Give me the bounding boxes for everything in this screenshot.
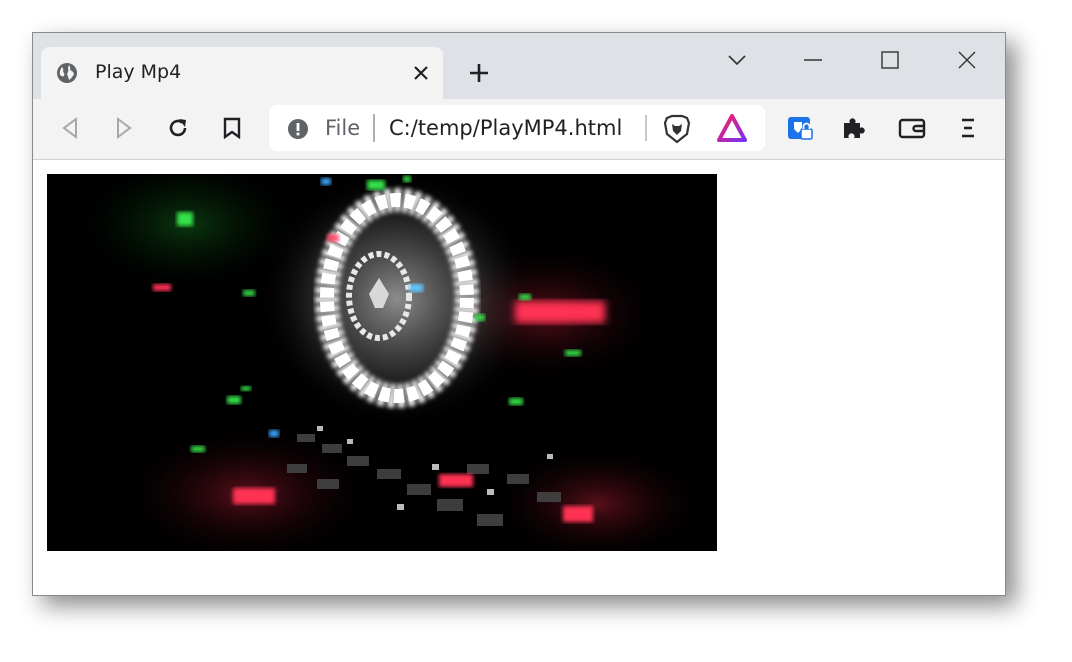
bookmark-icon[interactable] bbox=[217, 113, 247, 143]
tab-play-mp4[interactable]: Play Mp4 bbox=[41, 47, 443, 99]
video-player[interactable] bbox=[47, 174, 717, 551]
menu-icon[interactable] bbox=[953, 113, 983, 143]
info-icon[interactable] bbox=[287, 118, 309, 140]
plus-icon[interactable] bbox=[465, 59, 493, 87]
omnibox-divider bbox=[645, 115, 647, 141]
vpn-shield-icon[interactable] bbox=[785, 113, 815, 143]
wallet-icon[interactable] bbox=[897, 113, 927, 143]
brave-lion-icon[interactable] bbox=[663, 114, 691, 144]
back-arrow-icon[interactable] bbox=[55, 113, 85, 143]
brave-rewards-triangle-icon[interactable] bbox=[717, 114, 747, 142]
browser-window: Play Mp4 File C:/temp/PlayMP4.html bbox=[32, 32, 1006, 596]
scheme-chip: File bbox=[325, 116, 361, 140]
title-bar: Play Mp4 bbox=[33, 33, 1005, 99]
minimize-icon[interactable] bbox=[793, 45, 833, 75]
page-content bbox=[33, 160, 1005, 595]
url-text[interactable]: C:/temp/PlayMP4.html bbox=[389, 115, 622, 141]
navigation-toolbar: File C:/temp/PlayMP4.html bbox=[33, 99, 1005, 160]
puzzle-extensions-icon[interactable] bbox=[839, 113, 869, 143]
chevron-down-icon[interactable] bbox=[717, 45, 757, 75]
forward-arrow-icon[interactable] bbox=[109, 113, 139, 143]
tab-title: Play Mp4 bbox=[95, 61, 182, 83]
close-tab-icon[interactable] bbox=[409, 61, 433, 85]
window-close-icon[interactable] bbox=[947, 45, 987, 75]
address-bar[interactable]: File C:/temp/PlayMP4.html bbox=[269, 105, 765, 151]
maximize-icon[interactable] bbox=[870, 45, 910, 75]
scheme-divider bbox=[373, 114, 375, 142]
globe-icon bbox=[55, 61, 79, 85]
reload-icon[interactable] bbox=[163, 113, 193, 143]
